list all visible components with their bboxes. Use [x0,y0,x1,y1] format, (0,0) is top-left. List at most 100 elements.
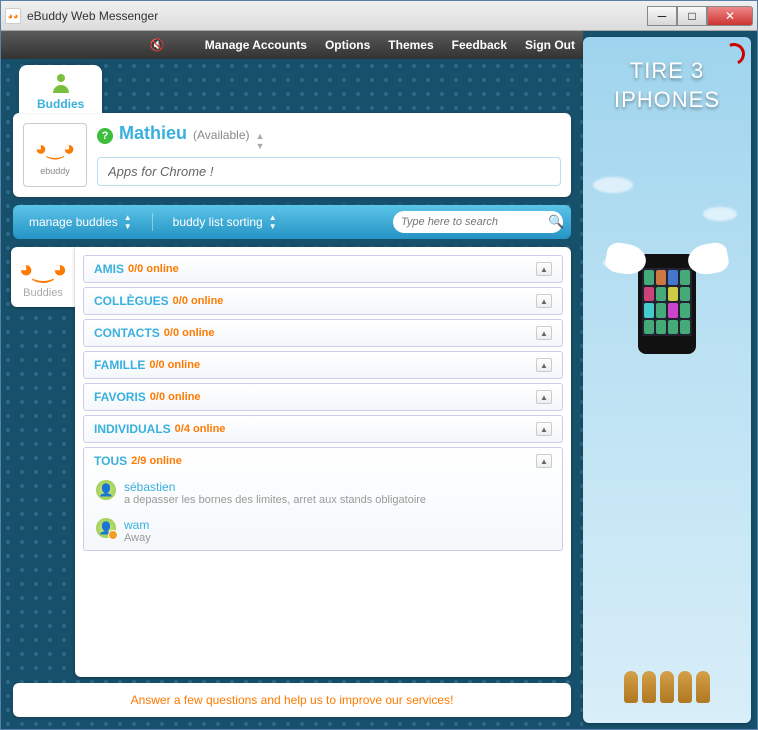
collapse-icon[interactable]: ▲ [536,358,552,372]
profile-name: Mathieu [119,123,187,144]
buddy-presence-icon: 👤 [96,518,116,538]
group-header[interactable]: TOUS 2/9 online ▲ [84,448,562,474]
avatar-brand: ebuddy [40,166,70,176]
group-header[interactable]: CONTACTS 0/0 online ▲ [84,320,562,346]
buddy-name: wam [124,518,151,532]
menu-manage-accounts[interactable]: Manage Accounts [205,38,307,52]
search-icon[interactable]: 🔍 [548,214,564,230]
group-name: CONTACTS [94,326,160,340]
cloud-icon [703,207,737,221]
tab-row: Buddies [19,65,577,113]
bullet-icon [678,671,692,703]
buddy-toolbar: manage buddies ▲▼ buddy list sorting ▲▼ … [13,205,571,239]
maximize-button[interactable]: □ [677,6,707,26]
side-tab-buddies[interactable]: ◕‿◕ Buddies [11,247,75,307]
group-name: COLLÈGUES [94,294,169,308]
main-column: 🔇 Manage Accounts Options Themes Feedbac… [1,31,583,729]
group-count: 0/4 online [175,423,226,435]
cloud-icon [593,177,633,193]
separator [152,213,153,231]
app-window: ◕◕ eBuddy Web Messenger ─ □ ✕ 🔇 Manage A… [0,0,758,730]
ebuddy-logo-icon: ◕‿◕ [29,255,57,283]
manage-buddies-button[interactable]: manage buddies ▲▼ [21,213,140,231]
close-button[interactable]: ✕ [707,6,753,26]
group-header[interactable]: FAMILLE 0/0 online ▲ [84,352,562,378]
group-header[interactable]: FAVORIS 0/0 online ▲ [84,384,562,410]
buddy-info: sébastien a depasser les bornes des limi… [124,480,426,506]
group-name: FAVORIS [94,390,146,404]
buddy-row[interactable]: 👤 wam Away [84,512,562,550]
group-count: 0/0 online [164,327,215,339]
ad-text: TIRE 3 IPHONES [614,57,720,114]
collapse-icon[interactable]: ▲ [536,454,552,468]
bullet-icon [624,671,638,703]
collapse-icon[interactable]: ▲ [536,294,552,308]
tab-buddies[interactable]: Buddies [19,65,102,113]
buddy-group: CONTACTS 0/0 online ▲ [83,319,563,347]
status-dropdown-icon[interactable]: ▲▼ [256,131,265,151]
footer-banner[interactable]: Answer a few questions and help us to im… [13,683,571,717]
ad-swirl-icon [720,40,748,68]
avatar[interactable]: ◕‿◕ ebuddy [23,123,87,187]
sorting-button[interactable]: buddy list sorting ▲▼ [165,213,285,231]
buddy-status-text: Away [124,532,151,544]
group-name: INDIVIDUALS [94,422,171,436]
dotted-background: Buddies ◕‿◕ ebuddy ? Mathieu (Available)… [1,59,583,729]
content-row: ◕‿◕ Buddies AMIS 0/0 online ▲ COLLÈGUES … [7,247,577,677]
menu-signout[interactable]: Sign Out [525,38,575,52]
search-input[interactable] [401,216,544,228]
buddy-group: FAVORIS 0/0 online ▲ [83,383,563,411]
window-controls: ─ □ ✕ [647,6,753,26]
group-count: 0/0 online [173,295,224,307]
search-box[interactable]: 🔍 [393,211,563,233]
group-count: 0/0 online [149,359,200,371]
dropdown-icon: ▲▼ [269,213,277,231]
collapse-icon[interactable]: ▲ [536,390,552,404]
status-message-input[interactable] [97,157,561,186]
buddy-info: wam Away [124,518,151,544]
group-count: 0/0 online [150,391,201,403]
group-count: 2/9 online [131,455,182,467]
profile-status-label: (Available) [193,128,249,142]
app-icon: ◕◕ [5,8,21,24]
group-header[interactable]: INDIVIDUALS 0/4 online ▲ [84,416,562,442]
footer-text: Answer a few questions and help us to im… [131,693,454,707]
person-icon [47,71,75,95]
buddy-group: INDIVIDUALS 0/4 online ▲ [83,415,563,443]
collapse-icon[interactable]: ▲ [536,326,552,340]
profile-panel: ◕‿◕ ebuddy ? Mathieu (Available) ▲▼ [13,113,571,197]
group-count: 0/0 online [128,263,179,275]
profile-info: ? Mathieu (Available) ▲▼ [97,123,561,186]
collapse-icon[interactable]: ▲ [536,262,552,276]
bullet-icon [696,671,710,703]
group-name: FAMILLE [94,358,145,372]
ad-banner[interactable]: TIRE 3 IPHONES [583,37,751,723]
titlebar[interactable]: ◕◕ eBuddy Web Messenger ─ □ ✕ [1,1,757,31]
menu-options[interactable]: Options [325,38,370,52]
profile-name-row[interactable]: ? Mathieu (Available) ▲▼ [97,123,561,151]
buddy-presence-icon: 👤 [96,480,116,500]
buddy-status-text: a depasser les bornes des limites, arret… [124,494,426,506]
phone-screen [642,268,692,336]
buddy-group: AMIS 0/0 online ▲ [83,255,563,283]
buddy-name: sébastien [124,480,426,494]
menu-feedback[interactable]: Feedback [452,38,507,52]
bullet-icon [642,671,656,703]
dropdown-icon: ▲▼ [124,213,132,231]
ad-phone [638,254,696,354]
bullets-graphic [624,671,710,703]
collapse-icon[interactable]: ▲ [536,422,552,436]
app-body: 🔇 Manage Accounts Options Themes Feedbac… [1,31,757,729]
group-name: TOUS [94,454,127,468]
status-available-icon: ? [97,128,113,144]
minimize-button[interactable]: ─ [647,6,677,26]
side-tab-label: Buddies [23,287,63,299]
menu-themes[interactable]: Themes [388,38,433,52]
buddy-list-panel[interactable]: AMIS 0/0 online ▲ COLLÈGUES 0/0 online ▲… [75,247,571,677]
volume-icon[interactable]: 🔇 [149,38,165,52]
group-header[interactable]: COLLÈGUES 0/0 online ▲ [84,288,562,314]
window-title: eBuddy Web Messenger [27,9,647,23]
manage-buddies-label: manage buddies [29,215,118,229]
group-header[interactable]: AMIS 0/0 online ▲ [84,256,562,282]
buddy-row[interactable]: 👤 sébastien a depasser les bornes des li… [84,474,562,512]
